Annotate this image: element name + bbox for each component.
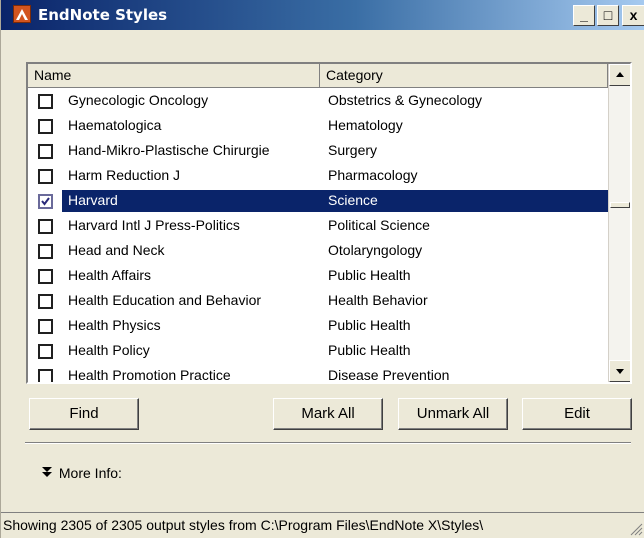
row-checkbox[interactable] [38,169,53,184]
style-category: Political Science [328,217,430,233]
resize-grip-icon[interactable] [629,522,643,536]
divider [25,442,631,444]
list-item[interactable]: Haematologica Hematology [28,114,608,139]
maximize-button[interactable]: □ [597,5,619,26]
list-item[interactable]: Health Promotion Practice Disease Prevent… [28,364,608,383]
style-name: Hand-Mikro-Plastische Chirurgie [68,142,270,158]
list-item[interactable]: Health Physics Public Health [28,314,608,339]
minimize-icon: _ [580,7,588,23]
column-header-category[interactable]: Category [320,64,608,88]
row-checkbox[interactable] [38,94,53,109]
style-name: Health Policy [68,342,150,358]
list-item[interactable]: Health Affairs Public Health [28,264,608,289]
scroll-up-arrow-icon [616,72,624,77]
maximize-icon: □ [603,7,613,23]
row-checkbox[interactable] [38,219,53,234]
style-name: Head and Neck [68,242,165,258]
close-button[interactable]: x [622,5,644,26]
style-category: Surgery [328,142,378,158]
unmark-all-button-label: Unmark All [416,405,490,422]
row-checkbox[interactable] [38,119,53,134]
row-checkbox[interactable] [38,344,53,359]
row-checkbox-checked[interactable] [38,194,53,209]
list-item[interactable]: Head and Neck Otolaryngology [28,239,608,264]
more-info-label: More Info: [58,465,122,481]
style-name: Harm Reduction J [68,167,181,183]
column-header-name[interactable]: Name [28,64,320,88]
minimize-button[interactable]: _ [573,5,595,26]
style-category: Public Health [328,317,411,333]
endnote-styles-window: EndNote Styles _ □ x Name Category Gynec… [0,0,644,538]
row-checkbox[interactable] [38,369,53,382]
vertical-scrollbar[interactable] [608,64,630,382]
style-category: Obstetrics & Gynecology [328,92,483,108]
style-name: Health Physics [68,317,161,333]
style-name: Health Education and Behavior [68,292,262,308]
style-category: Public Health [328,267,411,283]
style-name: Haematologica [68,117,162,133]
status-text: Showing 2305 of 2305 output styles from … [3,517,484,533]
list-item-selected[interactable]: Harvard Science [28,189,608,214]
find-button-label: Find [69,405,99,422]
status-bar: Showing 2305 of 2305 output styles from … [1,512,644,538]
style-name: Health Promotion Practice [68,367,231,383]
row-checkbox[interactable] [38,244,53,259]
endnote-app-icon [13,5,31,23]
scroll-down-arrow-icon [616,369,624,374]
close-icon: x [629,7,638,23]
row-checkbox[interactable] [38,319,53,334]
style-category: Science [328,192,378,208]
list-item[interactable]: Hand-Mikro-Plastische Chirurgie Surgery [28,139,608,164]
title-bar[interactable]: EndNote Styles _ □ x [1,0,644,30]
scroll-down-button[interactable] [609,360,630,382]
double-chevron-down-icon [41,466,55,481]
list-item[interactable]: Health Education and Behavior Health Beha… [28,289,608,314]
style-name: Harvard [68,192,118,208]
unmark-all-button[interactable]: Unmark All [398,398,508,430]
styles-list[interactable]: Name Category Gynecologic Oncology Obstet… [26,62,632,384]
style-category: Disease Prevention [328,367,450,383]
row-checkbox[interactable] [38,269,53,284]
window-title: EndNote Styles [38,6,168,24]
scrollbar-thumb[interactable] [610,202,630,208]
mark-all-button-label: Mark All [301,405,355,422]
list-item[interactable]: Health Policy Public Health [28,339,608,364]
style-name: Gynecologic Oncology [68,92,209,108]
edit-button-label: Edit [564,405,590,422]
style-category: Public Health [328,342,411,358]
list-item[interactable]: Gynecologic Oncology Obstetrics & Gynecol… [28,89,608,114]
style-name: Health Affairs [68,267,152,283]
list-rows: Gynecologic Oncology Obstetrics & Gynecol… [28,89,608,383]
style-name: Harvard Intl J Press-Politics [68,217,240,233]
row-checkbox[interactable] [38,144,53,159]
row-checkbox[interactable] [38,294,53,309]
scroll-up-button[interactable] [609,64,630,86]
edit-button[interactable]: Edit [522,398,632,430]
find-button[interactable]: Find [29,398,139,430]
list-item[interactable]: Harvard Intl J Press-Politics Political S… [28,214,608,239]
style-category: Pharmacology [328,167,418,183]
style-category: Otolaryngology [328,242,423,258]
style-category: Hematology [328,117,403,133]
style-category: Health Behavior [328,292,428,308]
list-item[interactable]: Harm Reduction J Pharmacology [28,164,608,189]
mark-all-button[interactable]: Mark All [273,398,383,430]
more-info-toggle[interactable]: More Info: [41,465,122,481]
